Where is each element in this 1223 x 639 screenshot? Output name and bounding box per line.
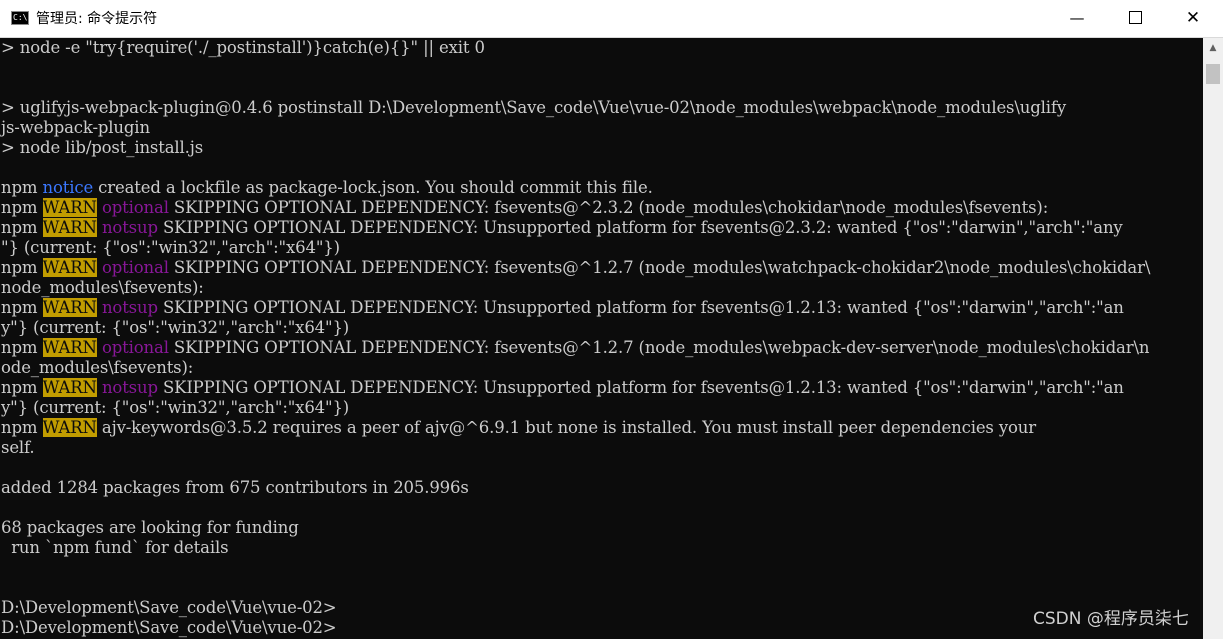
npm-prefix: npm — [1, 218, 38, 237]
console-output[interactable]: > node -e "try{require('./_postinstall')… — [0, 38, 1203, 639]
minimize-button[interactable]: — — [1048, 0, 1106, 37]
optional-tag: optional — [101, 258, 169, 277]
cmd-app-icon: C:\ — [11, 11, 29, 25]
scroll-thumb[interactable] — [1206, 64, 1220, 84]
optional-tag: optional — [101, 338, 169, 357]
minimize-icon: — — [1069, 9, 1085, 27]
line-text: SKIPPING OPTIONAL DEPENDENCY: Unsupporte… — [157, 378, 1124, 397]
optional-tag: optional — [101, 198, 169, 217]
window-title: 管理员: 命令提示符 — [36, 11, 158, 27]
console-line: npm WARN notsup SKIPPING OPTIONAL DEPEND… — [1, 378, 1124, 398]
console-line: npm WARN optional SKIPPING OPTIONAL DEPE… — [1, 338, 1149, 358]
warn-badge: WARN — [42, 418, 97, 437]
warn-badge: WARN — [42, 338, 97, 357]
maximize-icon — [1128, 11, 1142, 24]
warn-badge: WARN — [42, 218, 97, 237]
close-icon: ✕ — [1185, 8, 1201, 28]
console-line: run `npm fund` for details — [1, 538, 229, 557]
npm-prefix: npm — [1, 418, 38, 437]
notsup-tag: notsup — [101, 298, 158, 317]
console-line: self. — [1, 438, 35, 457]
warn-badge: WARN — [42, 258, 97, 277]
npm-prefix: npm — [1, 298, 38, 317]
console-line: npm notice created a lockfile as package… — [1, 178, 653, 198]
console-line: ode_modules\fsevents): — [1, 358, 194, 377]
line-text: SKIPPING OPTIONAL DEPENDENCY: Unsupporte… — [157, 218, 1123, 237]
warn-badge: WARN — [42, 378, 97, 397]
console-line: npm WARN optional SKIPPING OPTIONAL DEPE… — [1, 198, 1048, 218]
console-line: npm WARN notsup SKIPPING OPTIONAL DEPEND… — [1, 298, 1124, 318]
vertical-scrollbar[interactable]: ▲ — [1203, 38, 1223, 639]
npm-prefix: npm — [1, 178, 38, 197]
close-button[interactable]: ✕ — [1164, 0, 1222, 37]
warn-badge: WARN — [42, 198, 97, 217]
line-text: SKIPPING OPTIONAL DEPENDENCY: Unsupporte… — [157, 298, 1124, 317]
line-text: created a lockfile as package-lock.json.… — [93, 178, 653, 197]
npm-prefix: npm — [1, 338, 38, 357]
notsup-tag: notsup — [101, 218, 158, 237]
console-line: added 1284 packages from 675 contributor… — [1, 478, 469, 497]
scroll-up-arrow-icon[interactable]: ▲ — [1203, 38, 1223, 58]
npm-prefix: npm — [1, 378, 38, 397]
npm-prefix: npm — [1, 258, 38, 277]
console-line: "} (current: {"os":"win32","arch":"x64"}… — [1, 238, 340, 257]
notsup-tag: notsup — [101, 378, 158, 397]
maximize-button[interactable] — [1106, 0, 1164, 37]
console-line: npm WARN notsup SKIPPING OPTIONAL DEPEND… — [1, 218, 1123, 238]
console-line: node_modules\fsevents): — [1, 278, 204, 297]
console-line: npm WARN optional SKIPPING OPTIONAL DEPE… — [1, 258, 1150, 278]
line-text: SKIPPING OPTIONAL DEPENDENCY: fsevents@^… — [168, 338, 1150, 357]
line-text: ajv-keywords@3.5.2 requires a peer of aj… — [96, 418, 1037, 437]
console-line: y"} (current: {"os":"win32","arch":"x64"… — [1, 398, 350, 417]
npm-prefix: npm — [1, 198, 38, 217]
console-line: > uglifyjs-webpack-plugin@0.4.6 postinst… — [1, 98, 1067, 117]
console-line: js-webpack-plugin — [1, 118, 150, 137]
warn-badge: WARN — [42, 298, 97, 317]
command-prompt: D:\Development\Save_code\Vue\vue-02> — [1, 598, 337, 617]
line-text: SKIPPING OPTIONAL DEPENDENCY: fsevents@^… — [168, 198, 1049, 217]
console-line: > node lib/post_install.js — [1, 138, 204, 157]
console-line: npm WARN ajv-keywords@3.5.2 requires a p… — [1, 418, 1036, 438]
csdn-watermark: CSDN @程序员柒七 — [1033, 609, 1189, 629]
console-line: > node -e "try{require('./_postinstall')… — [1, 38, 485, 57]
console-line: 68 packages are looking for funding — [1, 518, 299, 537]
line-text: SKIPPING OPTIONAL DEPENDENCY: fsevents@^… — [168, 258, 1151, 277]
notice-tag: notice — [42, 178, 94, 197]
title-bar[interactable]: C:\ 管理员: 命令提示符 — ✕ — [0, 0, 1223, 38]
command-prompt[interactable]: D:\Development\Save_code\Vue\vue-02> — [1, 618, 337, 638]
console-line: y"} (current: {"os":"win32","arch":"x64"… — [1, 318, 350, 337]
